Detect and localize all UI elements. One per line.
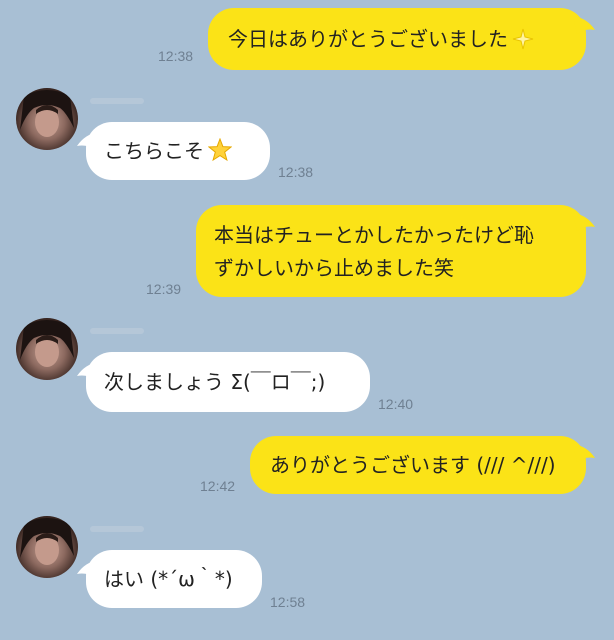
avatar[interactable] xyxy=(16,318,78,380)
timestamp: 12:42 xyxy=(200,478,236,494)
sender-name xyxy=(90,98,144,104)
bubble-tail xyxy=(573,16,595,34)
bubble-tail xyxy=(77,362,99,380)
message-bubble-incoming[interactable]: はい (*´ω｀*) xyxy=(77,550,262,608)
timestamp: 12:40 xyxy=(378,396,414,412)
chat-screen: { "messages": [ {"id": "m1", "direction"… xyxy=(0,0,614,640)
sender-name xyxy=(90,328,144,334)
message-bubble-outgoing[interactable]: ありがとうございます (/// ^///) xyxy=(250,436,595,494)
bubble-tail xyxy=(573,213,595,231)
bubble-tail xyxy=(573,444,595,462)
message-bubble-incoming[interactable]: 次しましょう Σ(￣ロ￣;) xyxy=(77,352,370,412)
sender-name xyxy=(90,526,144,532)
avatar[interactable] xyxy=(16,516,78,578)
avatar[interactable] xyxy=(16,88,78,150)
sparkle-icon xyxy=(512,27,534,59)
message-bubble-outgoing[interactable]: 今日はありがとうございました xyxy=(208,8,595,70)
message-text-line: ずかしいから止めました笑 xyxy=(214,256,454,280)
timestamp: 12:39 xyxy=(146,281,182,297)
message-text-line: 本当はチューとかしたかったけど恥 xyxy=(214,223,534,247)
message-text: ありがとうございます (/// ^///) xyxy=(270,453,556,477)
bubble-tail xyxy=(77,132,99,150)
timestamp: 12:58 xyxy=(270,594,306,610)
timestamp: 12:38 xyxy=(278,164,314,180)
message-text: 次しましょう Σ(￣ロ￣;) xyxy=(104,370,326,394)
message-bubble-outgoing[interactable]: 本当はチューとかしたかったけど恥 ずかしいから止めました笑 xyxy=(196,205,595,297)
message-bubble-incoming[interactable]: こちらこそ xyxy=(77,122,270,180)
message-text: 今日はありがとうございました xyxy=(228,27,508,51)
message-text: こちらこそ xyxy=(104,139,204,163)
timestamp: 12:38 xyxy=(158,48,194,64)
bubble-tail xyxy=(77,560,99,578)
star-icon xyxy=(207,137,233,171)
message-text: はい (*´ω｀*) xyxy=(104,567,233,591)
